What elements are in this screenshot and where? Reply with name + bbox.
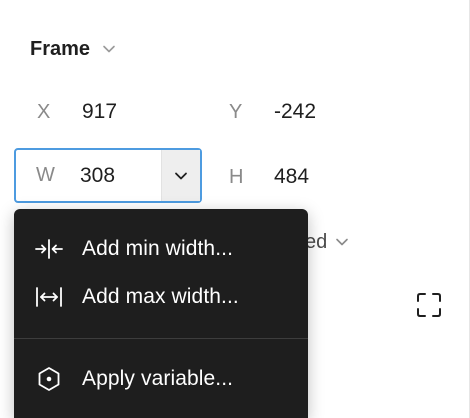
- min-width-icon: [34, 234, 64, 264]
- chevron-down-icon: [174, 169, 188, 183]
- menu-item-label: Add min width...: [82, 237, 233, 260]
- x-value[interactable]: 917: [82, 100, 117, 124]
- width-field[interactable]: W 308: [14, 148, 202, 203]
- menu-item-add-max-width[interactable]: Add max width...: [14, 275, 308, 319]
- height-field[interactable]: H 484: [229, 151, 429, 203]
- x-position-field[interactable]: X 917: [37, 86, 207, 138]
- h-label: H: [229, 165, 244, 188]
- frame-title: Frame: [30, 37, 91, 60]
- h-value[interactable]: 484: [274, 165, 309, 189]
- resize-to-fit-icon[interactable]: [414, 290, 444, 320]
- y-value[interactable]: -242: [274, 100, 316, 124]
- menu-item-label: Apply variable...: [82, 367, 234, 390]
- menu-item-apply-variable[interactable]: Apply variable...: [14, 357, 308, 401]
- menu-divider: [14, 338, 308, 339]
- variable-hexagon-icon: [34, 364, 64, 394]
- x-label: X: [37, 100, 51, 123]
- width-options-button[interactable]: [161, 150, 200, 201]
- resizing-dropdown[interactable]: ed: [305, 226, 349, 258]
- chevron-down-icon[interactable]: [102, 42, 116, 56]
- width-options-menu: Add min width... Add max width... Apply …: [14, 209, 308, 418]
- menu-item-label: Add max width...: [82, 285, 239, 308]
- y-label: Y: [229, 100, 243, 123]
- y-position-field[interactable]: Y -242: [229, 86, 429, 138]
- w-label: W: [36, 164, 55, 186]
- properties-panel: Frame X 917 Y -242 W 308 H 484 ed Add mi…: [0, 0, 470, 418]
- chevron-down-icon: [335, 235, 349, 249]
- frame-section-header[interactable]: Frame: [30, 32, 116, 66]
- menu-item-add-min-width[interactable]: Add min width...: [14, 227, 308, 271]
- max-width-icon: [34, 282, 64, 312]
- w-value[interactable]: 308: [80, 164, 115, 188]
- resizing-value: ed: [305, 230, 328, 253]
